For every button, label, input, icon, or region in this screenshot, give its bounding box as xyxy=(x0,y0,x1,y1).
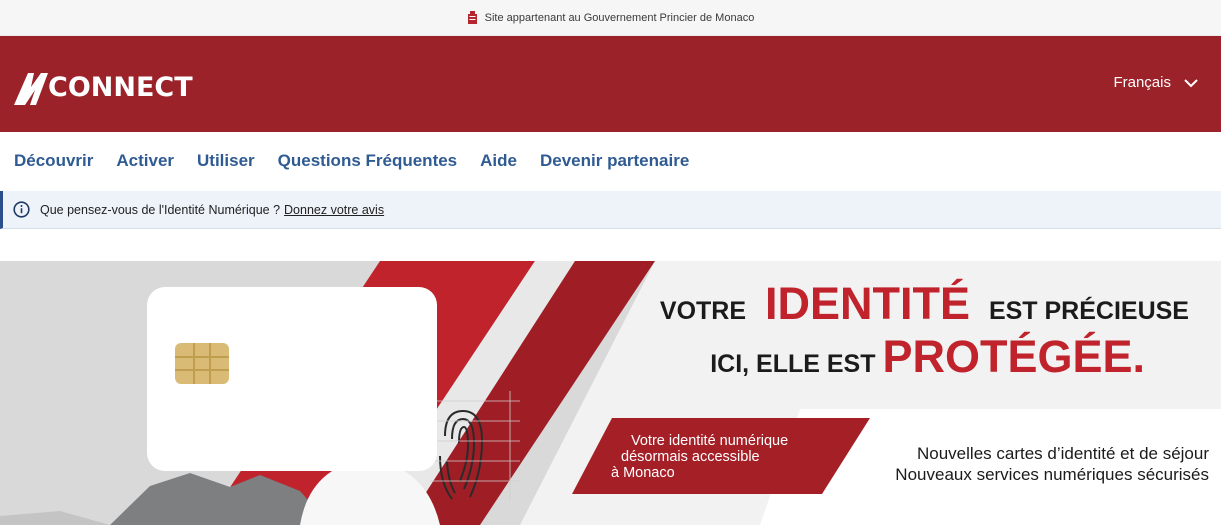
mconnect-logo[interactable]: CONNECT xyxy=(14,71,193,105)
red-tagline: Votre identité numérique désormais acces… xyxy=(611,433,788,481)
headline-line-2: ICI, ELLE EST PROTÉGÉE. xyxy=(660,334,1145,387)
services-tagline: Nouvelles cartes d’identité et de séjour… xyxy=(895,443,1209,485)
id-card xyxy=(147,287,437,471)
site-header: CONNECT Français xyxy=(0,36,1221,132)
chip-icon xyxy=(175,343,229,384)
headline-1-pre: VOTRE xyxy=(659,297,747,325)
red-tagline-line: désormais accessible xyxy=(621,449,760,465)
feedback-notice: Que pensez-vous de l'Identité Numérique … xyxy=(0,191,1221,229)
headline-1-post: EST PRÉCIEUSE xyxy=(988,297,1189,325)
nav-item-decouvrir[interactable]: Découvrir xyxy=(14,151,93,171)
services-tagline-line: Nouvelles cartes d’identité et de séjour xyxy=(917,444,1209,463)
services-tagline-line: Nouveaux services numériques sécurisés xyxy=(895,465,1209,484)
red-tagline-line: à Monaco xyxy=(611,465,675,481)
info-icon xyxy=(13,201,30,218)
main-nav: Découvrir Activer Utiliser Questions Fré… xyxy=(0,132,1221,190)
headline-line-1: VOTRE IDENTITÉ EST PRÉCIEUSE xyxy=(660,281,1189,334)
language-selector[interactable]: Français xyxy=(1113,74,1199,91)
nav-item-partenaire[interactable]: Devenir partenaire xyxy=(540,151,689,171)
hero-banner: VOTRE IDENTITÉ EST PRÉCIEUSE ICI, ELLE E… xyxy=(0,261,1221,525)
language-label: Français xyxy=(1113,74,1171,91)
red-tagline-line: Votre identité numérique xyxy=(631,433,789,449)
notice-text: Que pensez-vous de l'Identité Numérique … xyxy=(40,202,281,217)
m-logo-icon xyxy=(14,73,48,105)
headline-2-pre: ICI, ELLE EST xyxy=(710,350,876,378)
headline-1-big: IDENTITÉ xyxy=(764,278,970,329)
headline-2-big: PROTÉGÉE. xyxy=(882,331,1145,382)
government-bar-text: Site appartenant au Gouvernement Princie… xyxy=(484,11,755,24)
banner-headline: VOTRE IDENTITÉ EST PRÉCIEUSE ICI, ELLE E… xyxy=(660,281,1189,387)
government-bar: Site appartenant au Gouvernement Princie… xyxy=(0,0,1221,36)
logo-text: CONNECT xyxy=(48,72,193,103)
chevron-down-icon xyxy=(1184,78,1198,87)
nav-item-activer[interactable]: Activer xyxy=(116,151,174,171)
nav-item-utiliser[interactable]: Utiliser xyxy=(197,151,255,171)
monaco-crest-icon xyxy=(467,11,477,24)
nav-item-faq[interactable]: Questions Fréquentes xyxy=(278,151,457,171)
feedback-link[interactable]: Donnez votre avis xyxy=(284,203,384,217)
nav-item-aide[interactable]: Aide xyxy=(480,151,517,171)
